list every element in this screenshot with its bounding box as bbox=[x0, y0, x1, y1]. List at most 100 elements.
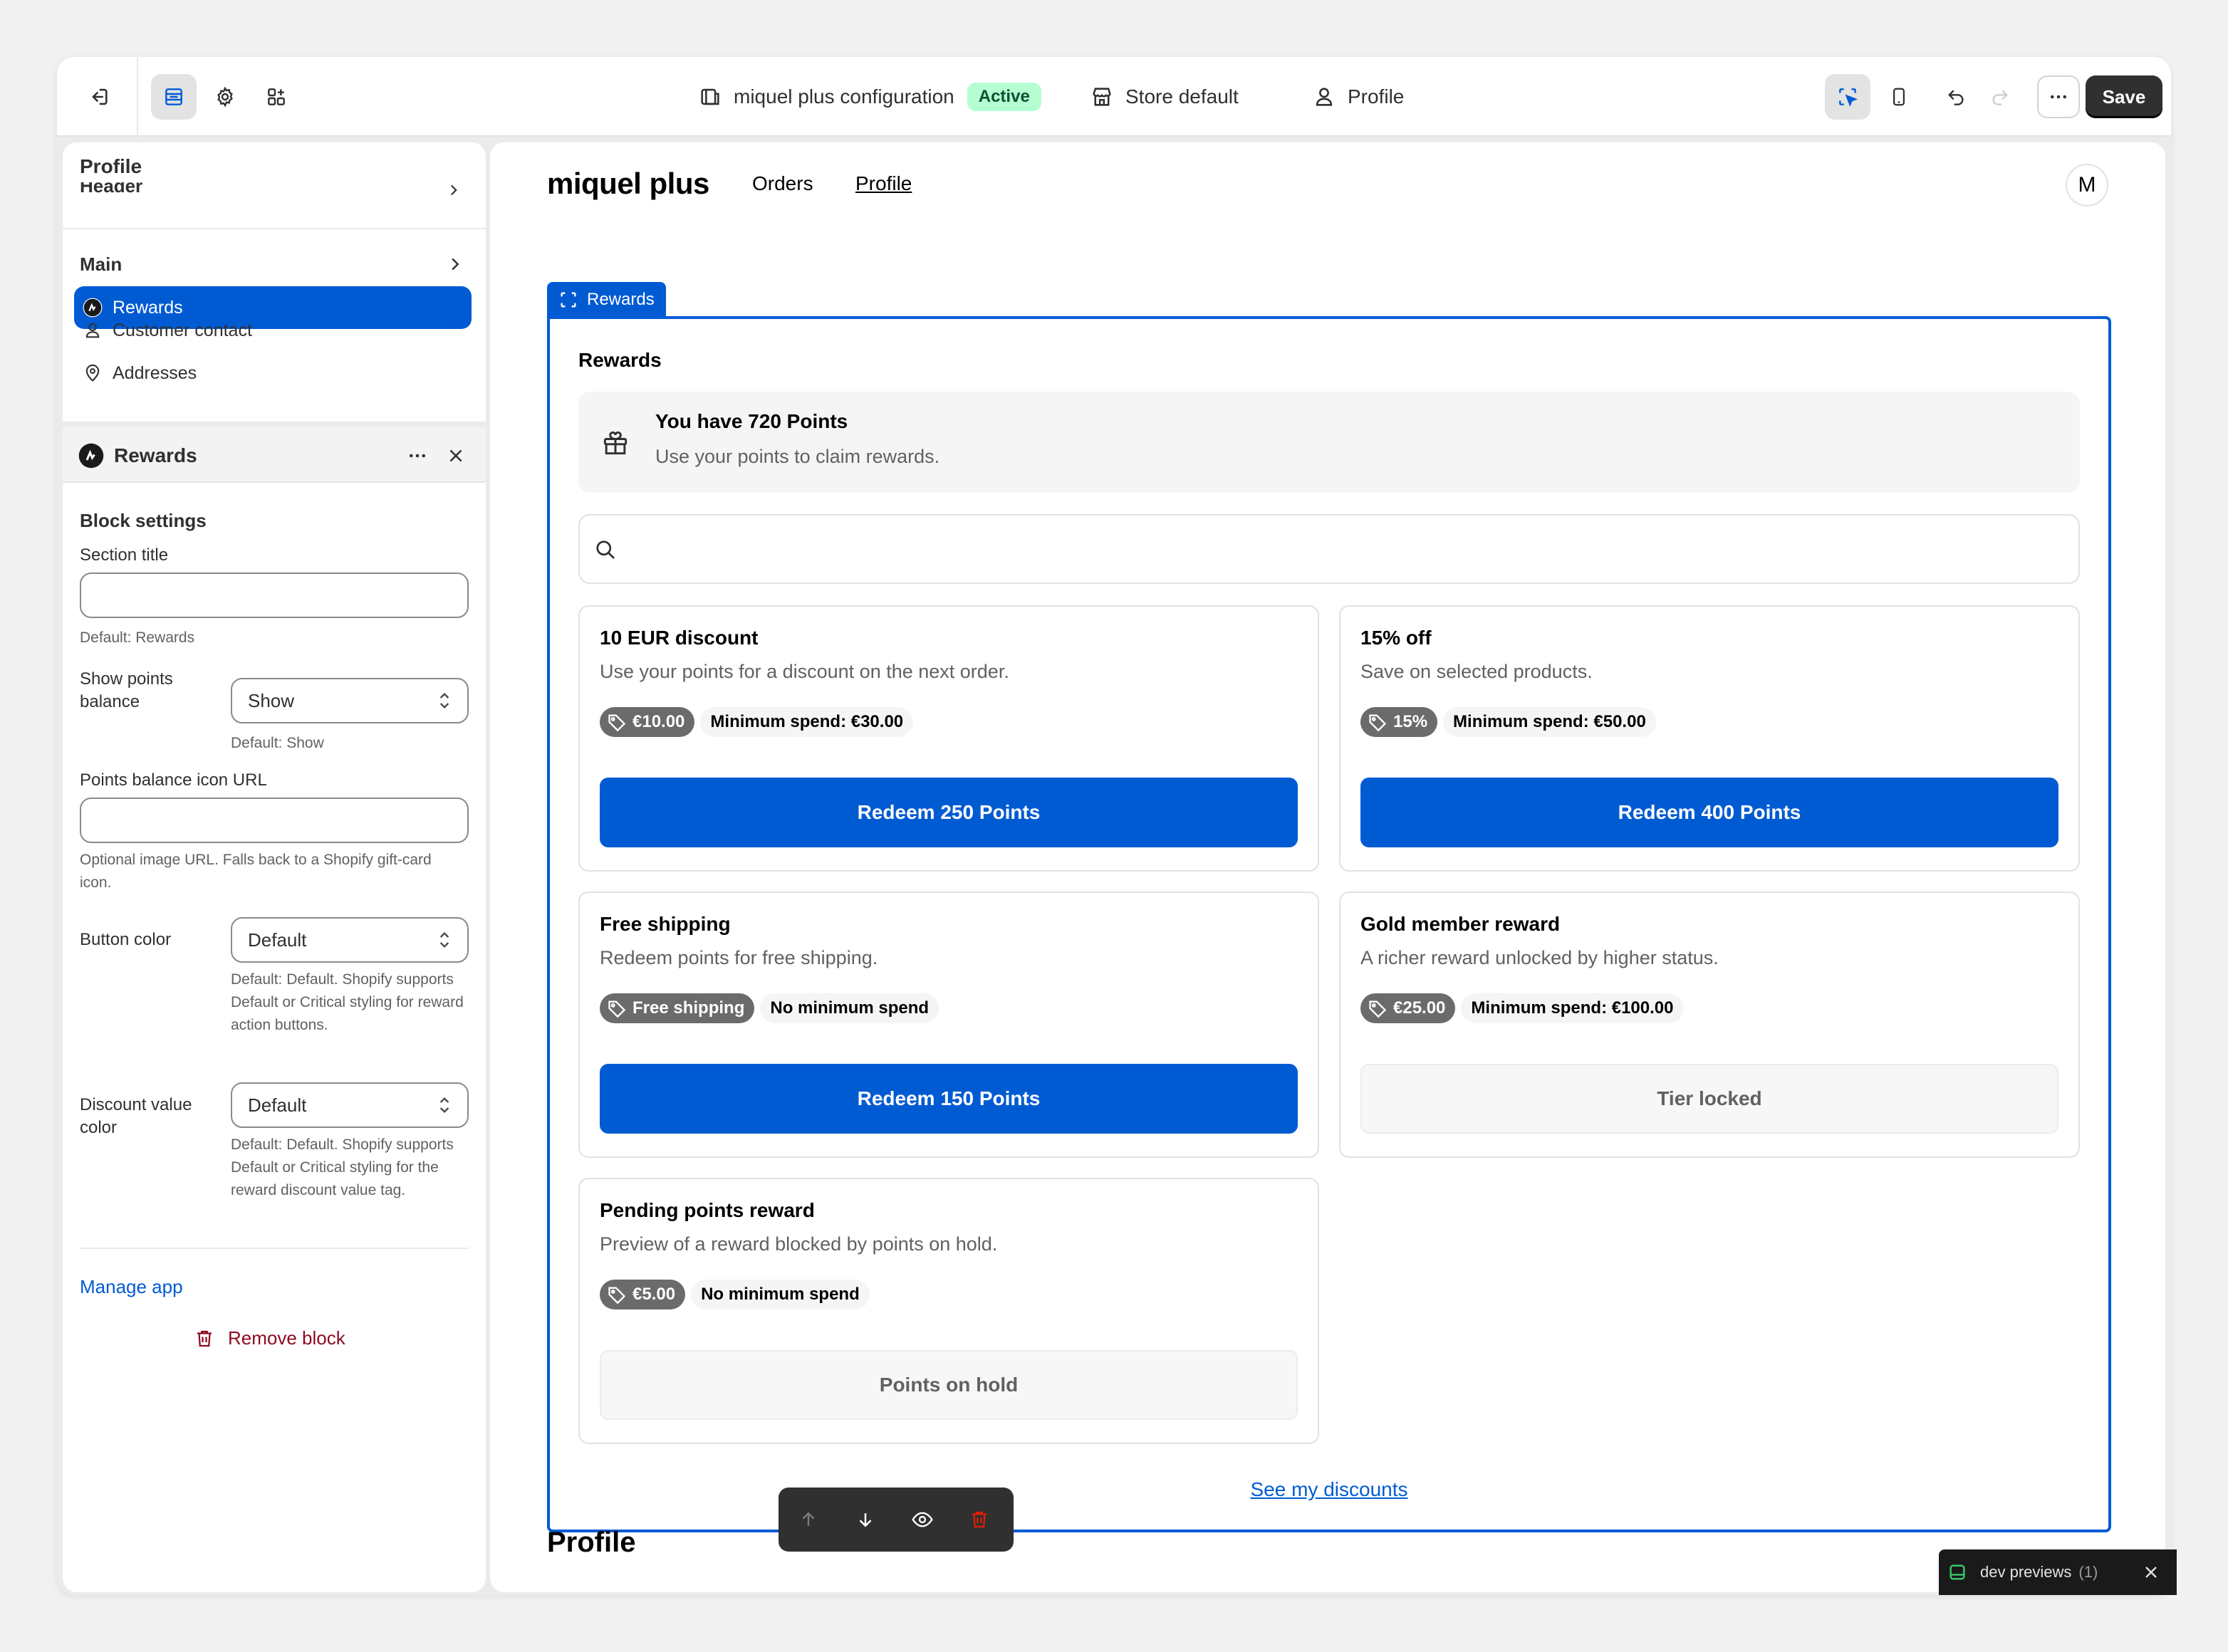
tag-icon bbox=[1369, 714, 1387, 732]
undo-button[interactable] bbox=[1933, 74, 1979, 120]
minimum-spend: No minimum spend bbox=[760, 993, 939, 1023]
toggle-visibility-button[interactable] bbox=[908, 1505, 937, 1534]
dev-previews-toast[interactable]: dev previews (1) bbox=[1939, 1549, 2177, 1595]
show-points-select[interactable]: Show bbox=[231, 678, 469, 723]
manage-app-link[interactable]: Manage app bbox=[80, 1276, 183, 1298]
show-points-hint: Default: Show bbox=[231, 735, 324, 751]
move-down-button[interactable] bbox=[851, 1505, 880, 1534]
reward-description: Preview of a reward blocked by points on… bbox=[600, 1233, 998, 1255]
reward-card: Free shipping Redeem points for free shi… bbox=[578, 892, 1319, 1158]
discount-color-value: Default bbox=[248, 1094, 307, 1116]
nav-profile[interactable]: Profile bbox=[855, 172, 912, 195]
editor-window: miquel plus configuration Active Store d… bbox=[57, 57, 2171, 1595]
status-badge: Active bbox=[967, 83, 1041, 111]
app-icon bbox=[78, 443, 104, 469]
button-color-value: Default bbox=[248, 929, 307, 951]
store-icon bbox=[1093, 88, 1111, 106]
nav-orders[interactable]: Orders bbox=[752, 172, 813, 195]
location-icon bbox=[85, 364, 100, 382]
points-heading: You have 720 Points bbox=[655, 410, 848, 432]
reward-title: Gold member reward bbox=[1360, 913, 1561, 935]
rewards-section[interactable]: Rewards You have 720 Points Use your poi… bbox=[547, 316, 2111, 1532]
redeem-button[interactable]: Redeem 400 Points bbox=[1360, 778, 2058, 847]
store-selector[interactable]: Store default bbox=[1090, 77, 1239, 117]
reward-tags: Free shipping No minimum spend bbox=[600, 993, 939, 1024]
select-cursor-icon bbox=[1839, 88, 1858, 108]
discount-color-hint: Default: Default. Shopify supports Defau… bbox=[231, 1136, 454, 1198]
theme-settings-button[interactable] bbox=[202, 74, 248, 120]
block-more-button[interactable] bbox=[403, 441, 432, 470]
apps-button[interactable] bbox=[254, 74, 299, 120]
sidebar-title: Profile bbox=[80, 155, 142, 177]
show-points-value: Show bbox=[248, 689, 295, 711]
select-frame-icon bbox=[561, 292, 576, 308]
apps-icon bbox=[268, 88, 285, 105]
sidebar-item-customer-contact[interactable]: Customer contact bbox=[74, 309, 472, 352]
profile-section-heading: Profile bbox=[547, 1527, 636, 1558]
discount-value: Free shipping bbox=[633, 998, 745, 1018]
discount-value-tag: 15% bbox=[1360, 707, 1438, 737]
reward-card: Gold member reward A richer reward unloc… bbox=[1339, 892, 2080, 1158]
remove-block-button[interactable]: Remove block bbox=[194, 1327, 345, 1349]
page-selector[interactable]: Profile bbox=[1312, 77, 1404, 117]
close-icon bbox=[449, 449, 462, 462]
discount-value: 15% bbox=[1393, 712, 1428, 731]
reward-tags: €5.00 No minimum spend bbox=[600, 1279, 870, 1310]
exit-button[interactable] bbox=[76, 74, 121, 120]
points-balance-banner: You have 720 Points Use your points to c… bbox=[578, 392, 2080, 493]
sidebar-item-label: Addresses bbox=[113, 362, 197, 383]
icon-url-input[interactable] bbox=[80, 798, 469, 843]
move-up-button[interactable] bbox=[794, 1505, 823, 1534]
block-name: Rewards bbox=[114, 444, 197, 466]
reward-title: Free shipping bbox=[600, 913, 731, 935]
redeem-button[interactable]: Redeem 150 Points bbox=[600, 1064, 1298, 1134]
discount-color-select[interactable]: Default bbox=[231, 1082, 469, 1128]
theme-selector[interactable]: miquel plus configuration Active bbox=[698, 77, 1041, 117]
shop-name[interactable]: miquel plus bbox=[547, 167, 709, 201]
mobile-preview-button[interactable] bbox=[1876, 74, 1922, 120]
gift-icon bbox=[603, 431, 628, 455]
ellipsis-icon bbox=[410, 454, 425, 458]
divider bbox=[137, 57, 138, 137]
save-button[interactable]: Save bbox=[2086, 75, 2162, 118]
discount-value-tag: €5.00 bbox=[600, 1280, 686, 1309]
avatar[interactable]: M bbox=[2066, 164, 2108, 206]
section-title-input[interactable] bbox=[80, 573, 469, 618]
discount-value: €10.00 bbox=[633, 712, 685, 731]
trash-icon bbox=[197, 1330, 212, 1347]
minimum-spend: No minimum spend bbox=[691, 1280, 870, 1309]
close-panel-button[interactable] bbox=[442, 441, 470, 470]
reward-card: 10 EUR discount Use your points for a di… bbox=[578, 605, 1319, 872]
sidebar-section-header[interactable]: Header bbox=[80, 182, 142, 198]
undo-icon bbox=[1948, 90, 1964, 105]
discount-color-label: Discount value color bbox=[80, 1095, 192, 1137]
block-settings-heading: Block settings bbox=[80, 510, 207, 531]
more-actions-button[interactable] bbox=[2037, 75, 2080, 118]
reward-title: 10 EUR discount bbox=[600, 627, 759, 649]
sidebar-section-main[interactable]: Main bbox=[80, 253, 122, 276]
inspector-toggle[interactable] bbox=[1825, 74, 1870, 120]
redo-button[interactable] bbox=[1977, 74, 2023, 120]
delete-section-button[interactable] bbox=[965, 1505, 994, 1534]
section-tag-label: Rewards bbox=[587, 290, 655, 309]
redo-icon bbox=[1992, 90, 2008, 105]
redeem-button[interactable]: Redeem 250 Points bbox=[600, 778, 1298, 847]
select-chevron-icon bbox=[439, 692, 449, 709]
header-section-label: Header bbox=[80, 182, 143, 197]
chevron-right-icon bbox=[452, 258, 459, 271]
close-icon bbox=[2145, 1567, 2157, 1578]
sections-button[interactable] bbox=[151, 74, 197, 120]
exit-icon bbox=[92, 88, 108, 105]
button-color-select[interactable]: Default bbox=[231, 917, 469, 963]
layout-icon bbox=[701, 88, 719, 105]
selected-section-tag[interactable]: Rewards bbox=[547, 282, 666, 318]
divider bbox=[63, 228, 486, 229]
config-name: miquel plus configuration bbox=[734, 85, 954, 108]
sidebar-item-addresses[interactable]: Addresses bbox=[74, 352, 472, 394]
discount-value-tag: Free shipping bbox=[600, 993, 755, 1023]
close-toast-button[interactable] bbox=[2141, 1562, 2161, 1582]
rewards-search-input[interactable] bbox=[578, 514, 2080, 584]
reward-description: Redeem points for free shipping. bbox=[600, 947, 878, 968]
reward-description: A richer reward unlocked by higher statu… bbox=[1360, 947, 1719, 968]
sidebar-item-label: Customer contact bbox=[113, 320, 252, 340]
